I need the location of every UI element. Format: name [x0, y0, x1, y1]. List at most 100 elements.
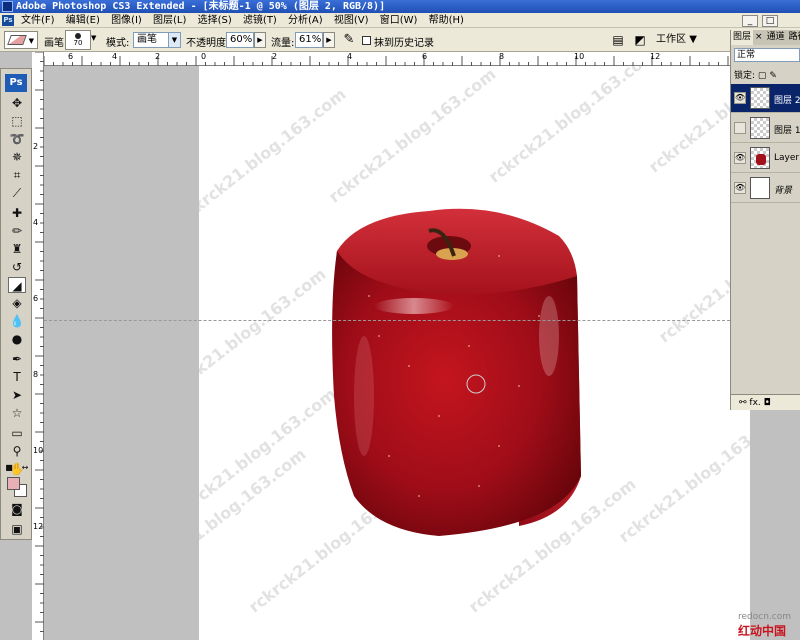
menu-help[interactable]: 帮助(H) [425, 13, 468, 28]
file-browser-icon[interactable]: ▤ [609, 31, 627, 49]
history-brush-tool-icon[interactable]: ↺ [8, 259, 26, 275]
link-icon[interactable]: ⚯ [739, 398, 747, 408]
credit-name: 红动中国 [738, 624, 787, 638]
workspace-menu[interactable]: 工作区 ▼ [656, 32, 708, 48]
menu-bar: Ps 文件(F) 编辑(E) 图像(I) 图层(L) 选择(S) 滤镜(T) 分… [0, 13, 800, 28]
layer-thumbnail [750, 117, 770, 139]
opacity-label: 不透明度: [186, 38, 230, 49]
flow-slider-button[interactable]: ▶ [323, 32, 335, 48]
layer-row[interactable]: 图层 1 [731, 114, 800, 143]
mode-value: 画笔 [137, 34, 157, 45]
flow-label: 流量: [271, 38, 295, 49]
eyedropper-tool-icon[interactable]: ⚲ [8, 443, 26, 459]
menu-layer[interactable]: 图层(L) [149, 13, 190, 28]
layer-name: 背景 [774, 186, 793, 196]
healing-brush-tool-icon[interactable]: ✚ [8, 205, 26, 221]
watermark: rckrck21.blog.163.com [199, 444, 310, 587]
menu-analysis[interactable]: 分析(A) [284, 13, 327, 28]
watermark: rckrck21.blog.163.com [615, 404, 750, 547]
tab-paths[interactable]: 路径 [787, 30, 800, 45]
menu-edit[interactable]: 编辑(E) [62, 13, 104, 28]
lock-transparency-icon[interactable]: ▢ [758, 71, 767, 81]
bridge-icon[interactable]: ◩ [631, 31, 649, 49]
lock-pixels-icon[interactable]: ✎ [769, 71, 777, 81]
quick-mask-icon[interactable]: ◙ [8, 501, 26, 517]
ruler-tick-label: 4 [112, 52, 118, 61]
airbrush-icon[interactable]: ✎ [340, 31, 358, 49]
watermark: rckrck21.blog.163.com [199, 264, 330, 407]
layer-row[interactable]: 👁 Layer 1 [731, 144, 800, 173]
window-controls: _ □ [740, 13, 800, 28]
menu-filter[interactable]: 滤镜(T) [239, 13, 281, 28]
mask-icon[interactable]: ◘ [764, 398, 771, 408]
mode-select[interactable]: 画笔 ▼ [133, 32, 181, 48]
layer-thumbnail [750, 177, 770, 199]
default-colors-icon[interactable]: ■ [4, 460, 14, 476]
move-tool-icon[interactable]: ✥ [8, 95, 26, 111]
pen-tool-icon[interactable]: ✒ [8, 351, 26, 367]
opacity-slider-button[interactable]: ▶ [254, 32, 266, 48]
tab-layers[interactable]: 图层 [731, 30, 754, 45]
visibility-toggle[interactable] [734, 122, 746, 134]
path-selection-tool-icon[interactable]: ➤ [8, 387, 26, 403]
restore-icon[interactable]: □ [762, 15, 778, 27]
blur-tool-icon[interactable]: 💧 [8, 313, 26, 329]
blend-mode-select[interactable]: 正常 [734, 48, 800, 62]
minimize-icon[interactable]: _ [742, 15, 758, 27]
ruler-tick-label: 6 [33, 294, 39, 303]
menu-file[interactable]: 文件(F) [17, 13, 59, 28]
brush-picker[interactable]: 70 [65, 30, 91, 50]
ruler-tick-label: 2 [33, 142, 39, 151]
flow-input[interactable]: 61% [295, 32, 323, 48]
chevron-down-icon[interactable]: ▼ [91, 34, 96, 42]
menu-view[interactable]: 视图(V) [330, 13, 373, 28]
slice-tool-icon[interactable]: ⟋ [8, 185, 26, 201]
ruler-tick-label: 12 [650, 52, 661, 61]
shape-tool-icon[interactable]: ☆ [8, 405, 26, 421]
toolbox: Ps ✥ ⬚ ➰ ✵ ⌗ ⟋ ✚ ✏ ♜ ↺ ◢ ◈ 💧 ● ✒ T ➤ ☆ ▭… [0, 68, 32, 540]
layer-row[interactable]: 👁 背景 [731, 174, 800, 203]
layer-row[interactable]: 👁 图层 2 [731, 84, 800, 113]
type-tool-icon[interactable]: T [8, 369, 26, 385]
eye-icon[interactable]: 👁 [734, 152, 746, 164]
clone-stamp-tool-icon[interactable]: ♜ [8, 241, 26, 257]
apple-thumbnail-icon [756, 154, 766, 165]
lasso-tool-icon[interactable]: ➰ [8, 131, 26, 147]
brush-label: 画笔: [44, 38, 68, 49]
chevron-down-icon: ▼ [28, 37, 34, 45]
tab-channels[interactable]: 通道 [765, 30, 787, 45]
magic-wand-tool-icon[interactable]: ✵ [8, 149, 26, 165]
opacity-input[interactable]: 60% [226, 32, 254, 48]
foreground-color-swatch[interactable] [7, 477, 20, 490]
lock-label: 锁定: [734, 71, 756, 81]
ruler-tick-label: 2 [155, 52, 161, 61]
erase-history-checkbox[interactable] [362, 36, 371, 45]
ps-logo: Ps [5, 74, 27, 92]
tool-preset-picker[interactable]: ▼ [4, 31, 38, 49]
crop-tool-icon[interactable]: ⌗ [8, 167, 26, 183]
eye-icon[interactable]: 👁 [734, 92, 746, 104]
menu-window[interactable]: 窗口(W) [376, 13, 422, 28]
marquee-tool-icon[interactable]: ⬚ [8, 113, 26, 129]
document-canvas[interactable]: rckrck21.blog.163.com rckrck21.blog.163.… [199, 66, 750, 640]
swap-colors-icon[interactable]: ↔ [20, 460, 30, 476]
ruler-tick-label: 0 [201, 52, 207, 61]
horizontal-guide[interactable] [44, 320, 730, 321]
dodge-tool-icon[interactable]: ● [8, 331, 26, 347]
eraser-tool-icon[interactable]: ◢ [8, 277, 26, 293]
ruler-tick-label: 4 [347, 52, 353, 61]
chevron-down-icon: ▼ [168, 33, 180, 47]
fx-button[interactable]: fx. [749, 398, 760, 408]
eye-icon[interactable]: 👁 [734, 182, 746, 194]
menu-image[interactable]: 图像(I) [107, 13, 146, 28]
close-icon[interactable]: × [753, 30, 765, 45]
watermark: rckrck21.blog.163.com [325, 66, 500, 207]
ps-menu-icon[interactable]: Ps [2, 15, 14, 26]
notes-tool-icon[interactable]: ▭ [8, 425, 26, 441]
brush-tool-icon[interactable]: ✏ [8, 223, 26, 239]
menu-select[interactable]: 选择(S) [194, 13, 236, 28]
paint-bucket-tool-icon[interactable]: ◈ [8, 295, 26, 311]
blend-mode-value: 正常 [737, 50, 756, 60]
screen-mode-icon[interactable]: ▣ [8, 521, 26, 537]
horizontal-ruler: 6 4 2 0 2 4 6 8 10 12 [44, 52, 730, 66]
